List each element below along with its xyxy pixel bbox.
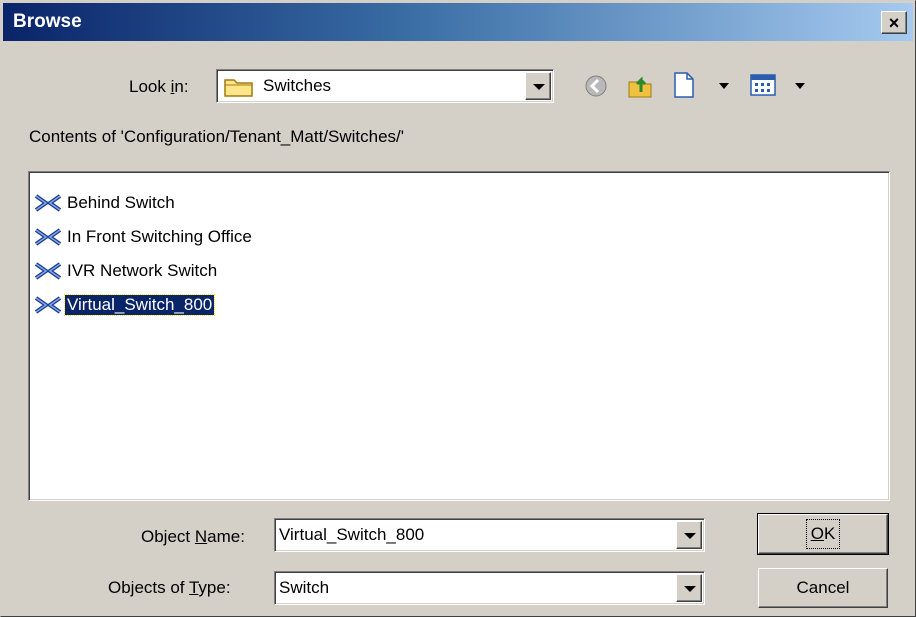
object-type-value: Switch	[279, 578, 330, 597]
list-item-label: Virtual_Switch_800	[63, 294, 216, 316]
switch-icon	[34, 262, 62, 280]
close-button[interactable]: ×	[881, 11, 907, 34]
object-name-label-text: Object	[141, 527, 195, 546]
object-type-label-hotkey: T	[188, 578, 199, 597]
object-type-dropdown-button[interactable]	[676, 574, 702, 602]
look-in-label-text-end: n:	[174, 77, 189, 96]
list-item-label: In Front Switching Office	[67, 227, 252, 246]
back-icon[interactable]	[584, 74, 608, 98]
object-name-value: Virtual_Switch_800	[279, 525, 425, 544]
ok-hotkey: O	[810, 524, 824, 543]
list-item-label: IVR Network Switch	[67, 261, 218, 280]
object-type-combo[interactable]: Switch	[274, 571, 705, 605]
new-folder-icon[interactable]	[672, 71, 696, 99]
switch-icon	[34, 194, 62, 212]
contents-path-label: Contents of 'Configuration/Tenant_Matt/S…	[29, 127, 405, 146]
list-item-label: Behind Switch	[67, 193, 175, 212]
list-item[interactable]: In Front Switching Office	[33, 224, 254, 250]
object-type-label-text-end: ype:	[198, 578, 231, 597]
object-name-label-text-end: ame:	[207, 527, 245, 546]
switch-icon	[34, 296, 62, 314]
look-in-combo[interactable]: Switches	[216, 69, 554, 103]
object-name-label-hotkey: N	[194, 527, 208, 546]
title-bar[interactable]: Browse ×	[3, 3, 913, 41]
list-item[interactable]: IVR Network Switch	[33, 258, 219, 284]
folder-icon	[224, 79, 253, 97]
cancel-button[interactable]: Cancel	[758, 568, 888, 608]
object-name-label: Object Name:	[141, 527, 245, 547]
object-type-label: Objects of Type:	[108, 578, 231, 598]
view-dropdown-arrow-icon[interactable]	[794, 82, 806, 90]
look-in-dropdown-button[interactable]	[525, 72, 551, 100]
up-folder-icon[interactable]	[626, 72, 654, 100]
cancel-button-label: Cancel	[796, 578, 850, 597]
object-list[interactable]: Behind Switch In Front Switching Office …	[28, 171, 890, 501]
switch-icon	[34, 228, 62, 246]
look-in-label: Look in:	[129, 77, 189, 97]
object-name-dropdown-button[interactable]	[676, 521, 702, 549]
look-in-label-text: Look	[129, 77, 171, 96]
browse-dialog: Browse × Look in: Switches Contents of '…	[0, 0, 916, 617]
view-menu-icon[interactable]	[750, 73, 776, 97]
ok-button-label: OK	[805, 519, 841, 549]
list-item-selected[interactable]: Virtual_Switch_800	[33, 292, 216, 318]
object-name-combo[interactable]: Virtual_Switch_800	[274, 518, 705, 552]
ok-label-rest: K	[823, 524, 836, 543]
object-type-label-text: Objects of	[108, 578, 189, 597]
list-item[interactable]: Behind Switch	[33, 190, 177, 216]
ok-button[interactable]: OK	[757, 513, 889, 555]
new-dropdown-arrow-icon[interactable]	[718, 82, 730, 90]
look-in-value: Switches	[263, 76, 332, 95]
window-title: Browse	[13, 11, 82, 32]
close-icon: ×	[888, 12, 900, 33]
